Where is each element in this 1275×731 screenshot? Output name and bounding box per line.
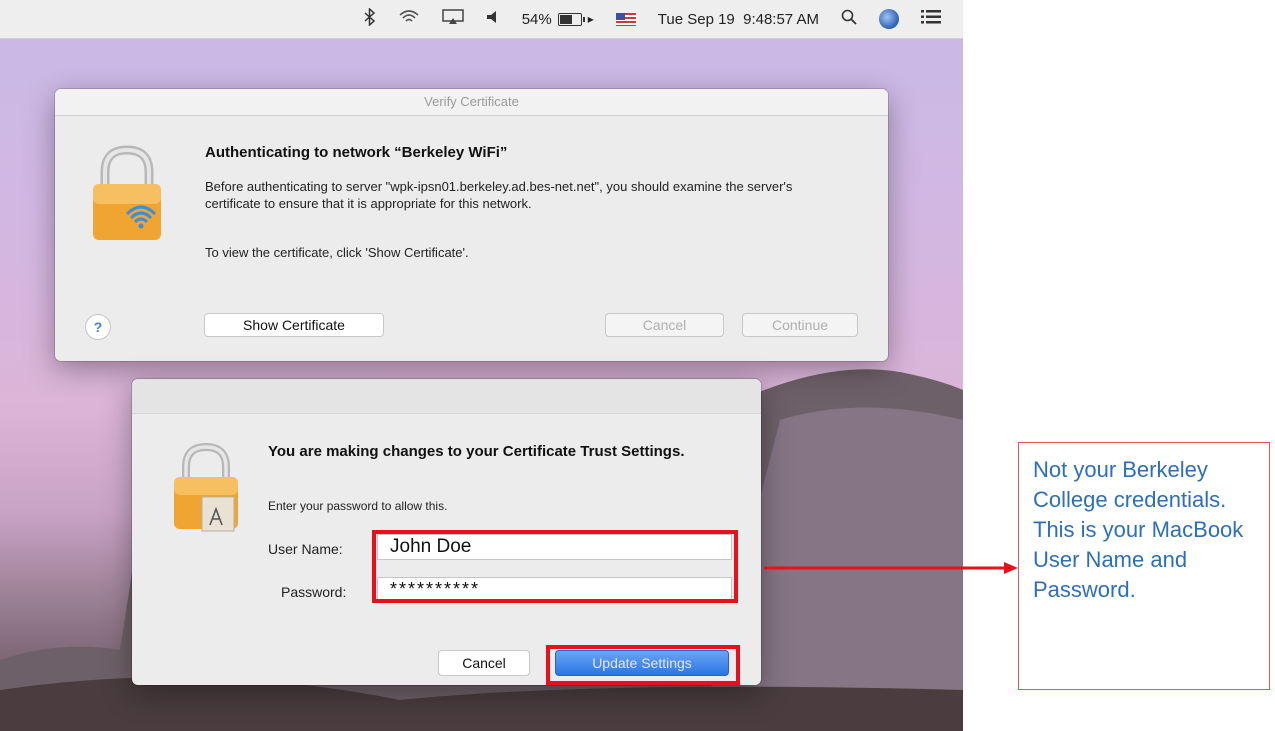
list-icon[interactable] — [921, 10, 941, 28]
battery-level — [559, 14, 572, 24]
dialog-heading: You are making changes to your Certifica… — [268, 443, 685, 460]
update-button-highlight-box — [546, 645, 740, 685]
menu-clock[interactable]: Tue Sep 19 9:48:57 AM — [658, 11, 819, 28]
dialog-title-bar: Verify Certificate — [55, 89, 888, 116]
show-certificate-button[interactable]: Show Certificate — [204, 313, 384, 337]
dialog-instruction: To view the certificate, click 'Show Cer… — [205, 245, 469, 260]
dialog-title-bar — [132, 379, 761, 414]
verify-certificate-dialog: Verify Certificate Authenticating to net… — [55, 89, 888, 361]
flag-icon[interactable] — [615, 12, 636, 26]
dialog-message: Enter your password to allow this. — [268, 499, 448, 513]
desktop-screenshot: 54% ▸ Tue Sep 19 9:48:57 AM Verify Certi… — [0, 0, 963, 731]
password-label: Password: — [281, 584, 347, 600]
cancel-button[interactable]: Cancel — [605, 313, 724, 337]
bluetooth-icon[interactable] — [364, 7, 376, 30]
user-avatar-icon[interactable] — [879, 9, 899, 29]
battery-status[interactable]: 54% ▸ — [522, 11, 594, 28]
airplay-icon[interactable] — [441, 9, 464, 29]
username-label: User Name: — [268, 541, 343, 557]
help-button[interactable]: ? — [85, 314, 111, 340]
credentials-highlight-box — [372, 530, 738, 603]
menu-bar: 54% ▸ Tue Sep 19 9:48:57 AM — [0, 0, 963, 39]
continue-button[interactable]: Continue — [742, 313, 858, 337]
wifi-icon[interactable] — [398, 9, 420, 29]
search-icon[interactable] — [841, 9, 857, 29]
callout-note: Not your Berkeley College credentials. T… — [1018, 442, 1270, 690]
wifi-lock-icon — [93, 145, 161, 240]
arrow-icon — [764, 562, 1018, 574]
cancel-button[interactable]: Cancel — [438, 650, 530, 676]
battery-icon — [557, 12, 585, 26]
lock-certificate-icon — [174, 442, 238, 532]
dialog-message: Before authenticating to server "wpk-ips… — [205, 179, 793, 211]
volume-icon[interactable] — [486, 10, 500, 28]
dialog-heading: Authenticating to network “Berkeley WiFi… — [205, 144, 508, 161]
battery-percent: 54% — [521, 10, 552, 28]
